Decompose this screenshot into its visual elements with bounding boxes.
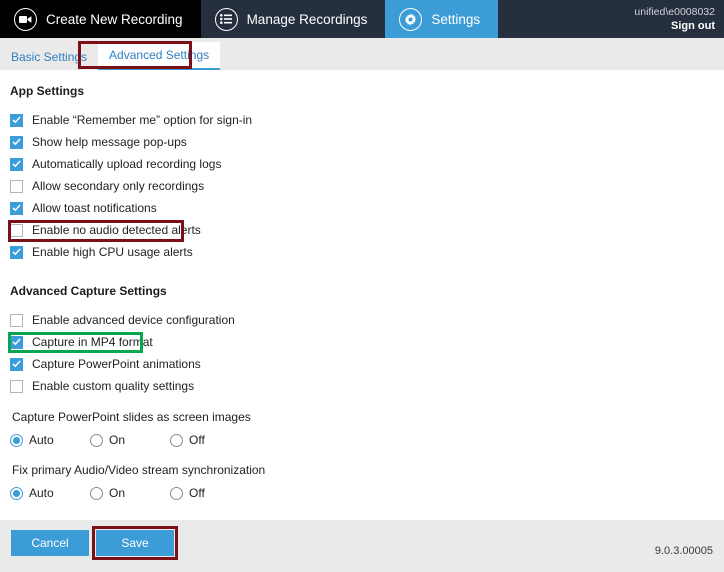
- checkbox-label: Show help message pop-ups: [32, 135, 187, 149]
- radio-label: On: [109, 486, 126, 500]
- gear-icon: [399, 7, 423, 31]
- list-icon: [214, 7, 238, 31]
- footer-bar: Cancel Save 9.0.3.00005: [0, 520, 724, 572]
- user-account-area: unified\e0008032 Sign out: [498, 0, 724, 38]
- checkbox-secondary-only-recordings[interactable]: [10, 179, 23, 193]
- checkbox-row-advanced-device-configuration[interactable]: Enable advanced device configuration: [10, 309, 724, 331]
- radio-label: Auto: [29, 433, 54, 447]
- nav-item-label: Manage Recordings: [246, 11, 368, 27]
- checkbox-row-remember-me[interactable]: Enable “Remember me” option for sign-in: [10, 109, 724, 131]
- checkbox-row-no-audio-detected-alerts[interactable]: Enable no audio detected alerts: [8, 219, 724, 242]
- radio-indicator: [170, 486, 183, 500]
- video-camera-icon: [14, 7, 37, 31]
- top-navigation-bar: Create New Recording Manage Recordings S…: [0, 0, 724, 38]
- checkbox-capture-powerpoint-animations[interactable]: [10, 357, 23, 371]
- checkbox-label: Enable no audio detected alerts: [32, 223, 201, 237]
- nav-item-label: Settings: [431, 11, 481, 27]
- checkbox-show-help-popups[interactable]: [10, 135, 23, 149]
- tab-label: Advanced Settings: [109, 48, 210, 62]
- radio-av-sync-on[interactable]: On: [90, 486, 170, 500]
- checkbox-row-secondary-only-recordings[interactable]: Allow secondary only recordings: [10, 175, 724, 197]
- checkbox-label: Enable “Remember me” option for sign-in: [32, 113, 253, 127]
- save-button[interactable]: Save: [96, 530, 174, 556]
- checkbox-label: Capture in MP4 format: [32, 335, 153, 349]
- radio-indicator: [170, 433, 183, 447]
- radio-indicator: [90, 486, 103, 500]
- radio-indicator: [90, 433, 103, 447]
- tab-advanced-settings[interactable]: Advanced Settings: [98, 42, 221, 70]
- radio-av-sync-auto[interactable]: Auto: [10, 486, 90, 500]
- checkbox-label: Capture PowerPoint animations: [32, 357, 201, 371]
- checkbox-row-upload-recording-logs[interactable]: Automatically upload recording logs: [10, 153, 724, 175]
- advanced-settings-panel: App Settings Enable “Remember me” option…: [0, 70, 724, 520]
- radio-group-powerpoint-slides: Auto On Off: [10, 430, 724, 450]
- checkbox-capture-in-mp4-format[interactable]: [10, 335, 23, 349]
- checkbox-row-high-cpu-usage-alerts[interactable]: Enable high CPU usage alerts: [10, 241, 724, 263]
- checkbox-label: Automatically upload recording logs: [32, 157, 222, 171]
- section-title-advanced-capture-settings: Advanced Capture Settings: [10, 284, 167, 298]
- radio-powerpoint-slides-on[interactable]: On: [90, 433, 170, 447]
- nav-item-label: Create New Recording: [46, 11, 183, 27]
- radio-av-sync-off[interactable]: Off: [170, 486, 205, 500]
- checkbox-custom-quality-settings[interactable]: [10, 379, 23, 393]
- radio-label: Auto: [29, 486, 54, 500]
- tab-label: Basic Settings: [11, 50, 88, 64]
- checkbox-upload-recording-logs[interactable]: [10, 157, 23, 171]
- radio-group-label-av-sync: Fix primary Audio/Video stream synchroni…: [12, 463, 266, 477]
- section-title-app-settings: App Settings: [10, 84, 84, 98]
- cancel-button[interactable]: Cancel: [11, 530, 89, 556]
- radio-powerpoint-slides-off[interactable]: Off: [170, 433, 205, 447]
- checkbox-high-cpu-usage-alerts[interactable]: [10, 245, 23, 259]
- sign-out-link[interactable]: Sign out: [671, 19, 715, 33]
- radio-label: Off: [189, 433, 205, 447]
- checkbox-row-custom-quality-settings[interactable]: Enable custom quality settings: [10, 375, 724, 397]
- user-name-label: unified\e0008032: [634, 5, 715, 18]
- checkbox-label: Enable custom quality settings: [32, 379, 195, 393]
- radio-group-av-sync: Auto On Off: [10, 483, 724, 503]
- version-label: 9.0.3.00005: [654, 545, 713, 557]
- radio-indicator: [10, 486, 23, 500]
- radio-indicator: [10, 433, 23, 447]
- radio-powerpoint-slides-auto[interactable]: Auto: [10, 433, 90, 447]
- nav-item-settings[interactable]: Settings: [385, 0, 499, 38]
- checkbox-label: Enable high CPU usage alerts: [32, 245, 193, 259]
- tab-basic-settings[interactable]: Basic Settings: [0, 44, 98, 70]
- checkbox-advanced-device-configuration[interactable]: [10, 313, 23, 327]
- radio-label: Off: [189, 486, 205, 500]
- checkbox-toast-notifications[interactable]: [10, 201, 23, 215]
- nav-item-manage-recordings[interactable]: Manage Recordings: [200, 0, 386, 38]
- checkbox-row-show-help-popups[interactable]: Show help message pop-ups: [10, 131, 724, 153]
- checkbox-row-toast-notifications[interactable]: Allow toast notifications: [10, 197, 724, 219]
- checkbox-no-audio-detected-alerts[interactable]: [10, 223, 23, 237]
- checkbox-label: Allow secondary only recordings: [32, 179, 205, 193]
- settings-tab-strip: Basic Settings Advanced Settings: [0, 38, 724, 70]
- radio-group-label-powerpoint-slides: Capture PowerPoint slides as screen imag…: [12, 410, 251, 424]
- radio-label: On: [109, 433, 126, 447]
- checkbox-label: Enable advanced device configuration: [32, 313, 235, 327]
- checkbox-row-capture-in-mp4-format[interactable]: Capture in MP4 format: [8, 331, 724, 353]
- nav-item-create-new-recording[interactable]: Create New Recording: [0, 0, 201, 38]
- checkbox-row-capture-powerpoint-animations[interactable]: Capture PowerPoint animations: [10, 353, 724, 375]
- checkbox-label: Allow toast notifications: [32, 201, 157, 215]
- checkbox-remember-me[interactable]: [10, 113, 23, 127]
